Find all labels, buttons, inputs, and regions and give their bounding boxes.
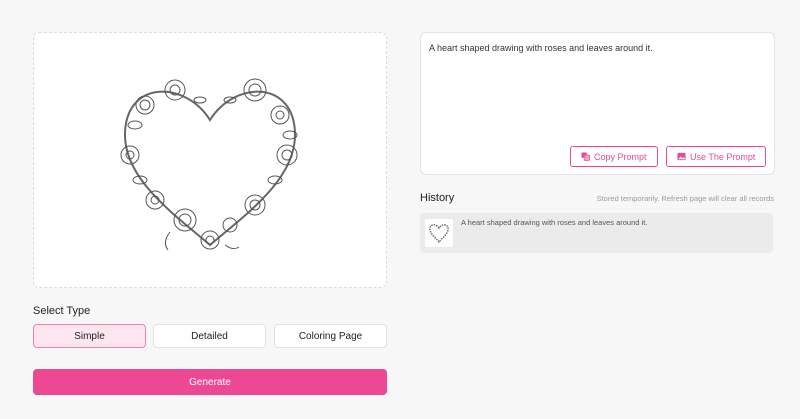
type-detailed-button[interactable]: Detailed xyxy=(153,324,266,348)
prompt-panel: A heart shaped drawing with roses and le… xyxy=(420,32,775,175)
type-simple-button[interactable]: Simple xyxy=(33,324,146,348)
copy-icon xyxy=(581,152,590,161)
type-coloring-page-button[interactable]: Coloring Page xyxy=(274,324,387,348)
select-type-label: Select Type xyxy=(33,305,91,317)
copy-prompt-label: Copy Prompt xyxy=(594,151,647,162)
history-note: Stored temporarily. Refresh page will cl… xyxy=(596,194,774,203)
heart-rose-wreath-image xyxy=(120,78,298,251)
history-item[interactable]: A heart shaped drawing with roses and le… xyxy=(420,213,773,253)
history-thumbnail xyxy=(425,219,453,247)
prompt-text: A heart shaped drawing with roses and le… xyxy=(429,43,653,53)
copy-prompt-button[interactable]: Copy Prompt xyxy=(570,146,658,167)
heart-thumbnail-icon xyxy=(429,224,449,244)
history-item-text: A heart shaped drawing with roses and le… xyxy=(461,218,648,227)
generate-button[interactable]: Generate xyxy=(33,369,387,395)
use-prompt-button[interactable]: Use The Prompt xyxy=(666,146,767,167)
use-prompt-label: Use The Prompt xyxy=(690,151,756,162)
generated-image-panel xyxy=(33,32,387,288)
history-title: History xyxy=(420,192,455,204)
image-icon xyxy=(677,152,686,161)
